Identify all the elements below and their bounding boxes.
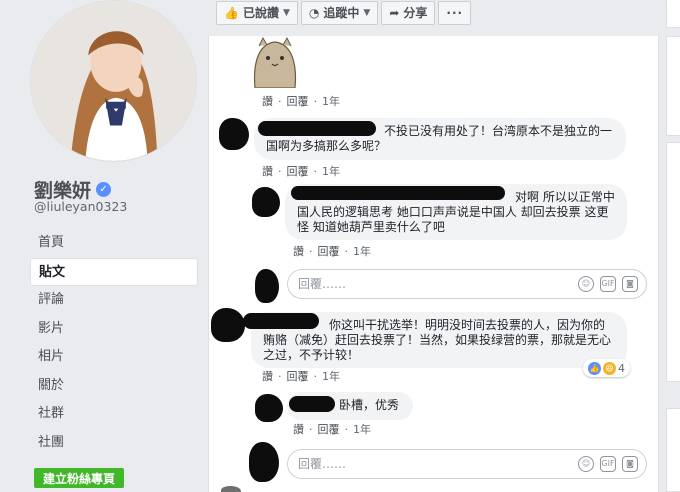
share-button[interactable]: ➦ 分享 (381, 1, 436, 25)
nav-item-reviews[interactable]: 評論 (30, 286, 198, 315)
like-link[interactable]: 讚 (262, 368, 273, 384)
liked-button[interactable]: 👍 已說讚 ▼ (216, 1, 298, 25)
page-handle[interactable]: @liuleyan0323 (34, 199, 127, 214)
reply-input[interactable] (298, 277, 578, 291)
comment-age[interactable]: 1年 (353, 421, 371, 437)
nav-item-posts[interactable]: 貼文 (30, 257, 198, 286)
comment-meta-4: 讚 · 回覆 · 1年 (293, 421, 371, 437)
create-fan-page-button[interactable]: 建立粉絲專頁 (34, 468, 125, 488)
commenter-avatar[interactable] (219, 118, 249, 150)
current-user-avatar (249, 442, 279, 482)
reply-input[interactable] (298, 457, 578, 471)
reactions-summary[interactable]: 👍 😆 4 (583, 359, 630, 377)
commenter-avatar (221, 486, 241, 492)
comment-bubble-1: 不投已没有用处了！台湾原本不是独立的一国啊为多搞那么多呢？ (254, 118, 626, 160)
like-link[interactable]: 讚 (293, 243, 304, 259)
comment-age[interactable]: 1年 (322, 93, 340, 109)
nav-item-community[interactable]: 社群 (30, 400, 198, 429)
chevron-down-icon: ▼ (282, 8, 290, 18)
right-sidebar (660, 0, 680, 492)
right-card (666, 36, 680, 136)
comment-age[interactable]: 1年 (353, 243, 371, 259)
nav-item-photos[interactable]: 相片 (30, 343, 198, 372)
sticker-icon[interactable]: ◙ (622, 276, 638, 292)
reply-link[interactable]: 回覆 (318, 243, 340, 259)
haha-reaction-icon: 😆 (603, 361, 616, 375)
redacted-name (289, 396, 335, 412)
right-card (666, 0, 680, 28)
comment-meta-1: 讚 · 回覆 · 1年 (262, 163, 340, 179)
comments-panel: 讚 · 回覆 · 1年 不投已没有用处了！台湾原本不是独立的一国啊为多搞那么多呢… (208, 36, 659, 492)
commenter-avatar[interactable] (252, 187, 280, 217)
like-link[interactable]: 讚 (293, 421, 304, 437)
comment-meta-3: 讚 · 回覆 · 1年 (262, 368, 340, 384)
page-nav: 首頁 貼文 評論 影片 相片 關於 社群 社團 (30, 229, 198, 457)
current-user-avatar (255, 269, 279, 303)
right-card (666, 142, 680, 382)
more-options-button[interactable]: ··· (438, 1, 472, 25)
emoji-icon[interactable]: ☺ (578, 456, 594, 472)
like-link[interactable]: 讚 (262, 93, 273, 109)
comment-meta-2: 讚 · 回覆 · 1年 (293, 243, 371, 259)
reply-box-2: ☺ GIF ◙ (287, 449, 647, 479)
reply-link[interactable]: 回覆 (287, 163, 309, 179)
gif-icon[interactable]: GIF (600, 456, 616, 472)
commenter-avatar[interactable] (211, 308, 245, 342)
cat-sticker-image[interactable] (251, 36, 299, 89)
reply-link[interactable]: 回覆 (287, 93, 309, 109)
redacted-name (258, 121, 376, 136)
comment-bubble-4: 卧槽，优秀 (287, 392, 413, 420)
redacted-name (243, 313, 319, 329)
comment-age[interactable]: 1年 (322, 368, 340, 384)
liked-label: 已說讚 (242, 6, 279, 20)
emoji-icon[interactable]: ☺ (578, 276, 594, 292)
reply-link[interactable]: 回覆 (318, 421, 340, 437)
reply-box-1: ☺ GIF ◙ (287, 269, 647, 299)
commenter-avatar[interactable] (255, 394, 283, 422)
comment-bubble-2: 对啊 所以以正常中国人民的逻辑思考 她口口声声说是中国人 却回去投票 这更怪 知… (285, 184, 627, 240)
avatar-image (31, 1, 196, 161)
nav-item-about[interactable]: 關於 (30, 372, 198, 401)
comment-age[interactable]: 1年 (322, 163, 340, 179)
comment-text: 卧槽，优秀 (339, 398, 400, 412)
rss-icon: ◔ (308, 6, 320, 20)
like-reaction-icon: 👍 (588, 361, 601, 375)
sticker-icon[interactable]: ◙ (622, 456, 638, 472)
like-link[interactable]: 讚 (262, 163, 273, 179)
gif-icon[interactable]: GIF (600, 276, 616, 292)
nav-item-home[interactable]: 首頁 (30, 229, 198, 258)
redacted-name (291, 186, 505, 200)
left-sidebar: 劉樂妍 ✓ @liuleyan0323 首頁 貼文 評論 影片 相片 關於 社群… (0, 0, 207, 492)
profile-avatar[interactable] (30, 0, 197, 162)
reply-link[interactable]: 回覆 (287, 368, 309, 384)
nav-item-groups[interactable]: 社團 (30, 429, 198, 458)
right-card (666, 408, 680, 492)
comment-meta-0: 讚 · 回覆 · 1年 (262, 93, 340, 109)
following-button[interactable]: ◔ 追蹤中 ▼ (300, 1, 379, 25)
thumbs-up-icon: 👍 (224, 6, 239, 20)
verified-badge-icon: ✓ (96, 182, 112, 197)
following-label: 追蹤中 (323, 6, 360, 20)
nav-item-videos[interactable]: 影片 (30, 315, 198, 344)
share-arrow-icon: ➦ (389, 6, 400, 20)
reply-box-icons: ☺ GIF ◙ (578, 276, 638, 292)
chevron-down-icon: ▼ (363, 8, 371, 18)
share-label: 分享 (403, 6, 428, 20)
page-actions-bar: 👍 已說讚 ▼ ◔ 追蹤中 ▼ ➦ 分享 ··· (216, 1, 472, 25)
comment-bubble-3: 你这叫干扰选举！明明没时间去投票的人，因为你的贿赂（减免）赶回去投票了！当然，如… (243, 312, 627, 368)
reaction-count: 4 (618, 361, 625, 375)
reply-box-icons: ☺ GIF ◙ (578, 456, 638, 472)
